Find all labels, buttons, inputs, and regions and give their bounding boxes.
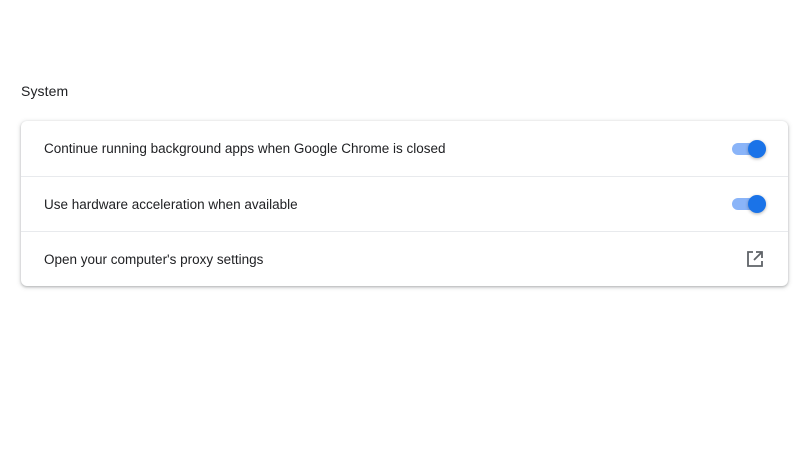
setting-row-proxy-settings[interactable]: Open your computer's proxy settings: [21, 231, 788, 286]
open-proxy-settings-button[interactable]: [744, 248, 766, 270]
system-settings-card: Continue running background apps when Go…: [21, 121, 788, 286]
setting-row-hardware-acceleration[interactable]: Use hardware acceleration when available: [21, 176, 788, 231]
settings-page: System Continue running background apps …: [0, 0, 800, 450]
setting-label: Continue running background apps when Go…: [44, 141, 446, 156]
section-title: System: [21, 83, 69, 99]
toggle-knob: [748, 195, 766, 213]
hardware-acceleration-toggle[interactable]: [732, 194, 766, 214]
setting-label: Use hardware acceleration when available: [44, 196, 298, 212]
open-in-new-icon: [747, 251, 763, 267]
setting-row-background-apps[interactable]: Continue running background apps when Go…: [21, 121, 788, 176]
setting-label: Open your computer's proxy settings: [44, 251, 264, 267]
background-apps-toggle[interactable]: [732, 139, 766, 159]
toggle-knob: [748, 139, 766, 158]
